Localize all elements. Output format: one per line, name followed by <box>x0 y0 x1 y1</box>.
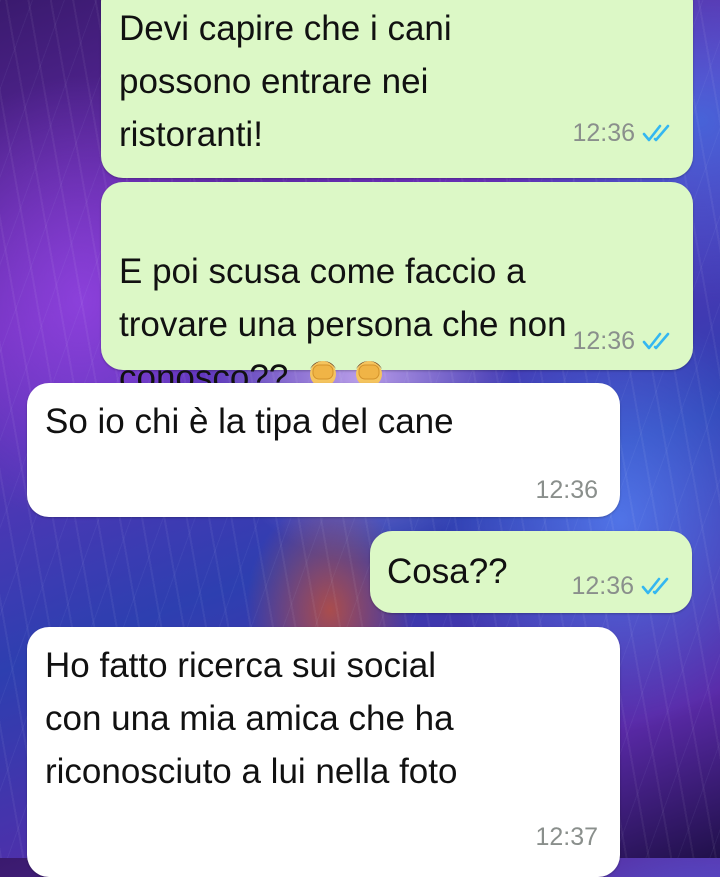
message-bubble-outgoing[interactable]: E poi scusa come faccio a trovare una pe… <box>101 182 693 397</box>
message-text: Cosa?? <box>387 552 508 591</box>
message-text: Ho fatto ricerca sui social con una mia … <box>45 646 458 791</box>
message-text: So io chi è la tipa del cane <box>45 402 454 441</box>
message-bubble-incoming[interactable]: Ho fatto ricerca sui social con una mia … <box>27 627 620 877</box>
message-bubble-incoming[interactable]: So io chi è la tipa del cane 12:36 <box>27 383 620 517</box>
message-meta: 12:36 <box>535 475 598 505</box>
message-meta: 12:37 <box>535 822 598 852</box>
read-double-tick-icon <box>642 332 670 350</box>
message-text: E poi scusa come faccio a trovare una pe… <box>119 192 567 404</box>
message-bubble-outgoing[interactable]: Devi capire che i cani possono entrare n… <box>101 0 693 178</box>
message-time: 12:36 <box>535 476 598 504</box>
message-time: 12:36 <box>572 119 635 147</box>
message-time: 12:37 <box>535 823 598 851</box>
message-time: 12:36 <box>571 572 634 600</box>
message-meta: 12:36 <box>571 571 674 601</box>
message-meta: 12:36 <box>572 326 675 356</box>
message-meta: 12:36 <box>572 118 675 148</box>
message-bubble-outgoing[interactable]: Cosa?? 12:36 <box>370 531 692 613</box>
read-double-tick-icon <box>641 577 669 595</box>
message-text: Devi capire che i cani possono entrare n… <box>119 9 452 154</box>
read-double-tick-icon <box>642 124 670 142</box>
message-time: 12:36 <box>572 327 635 355</box>
